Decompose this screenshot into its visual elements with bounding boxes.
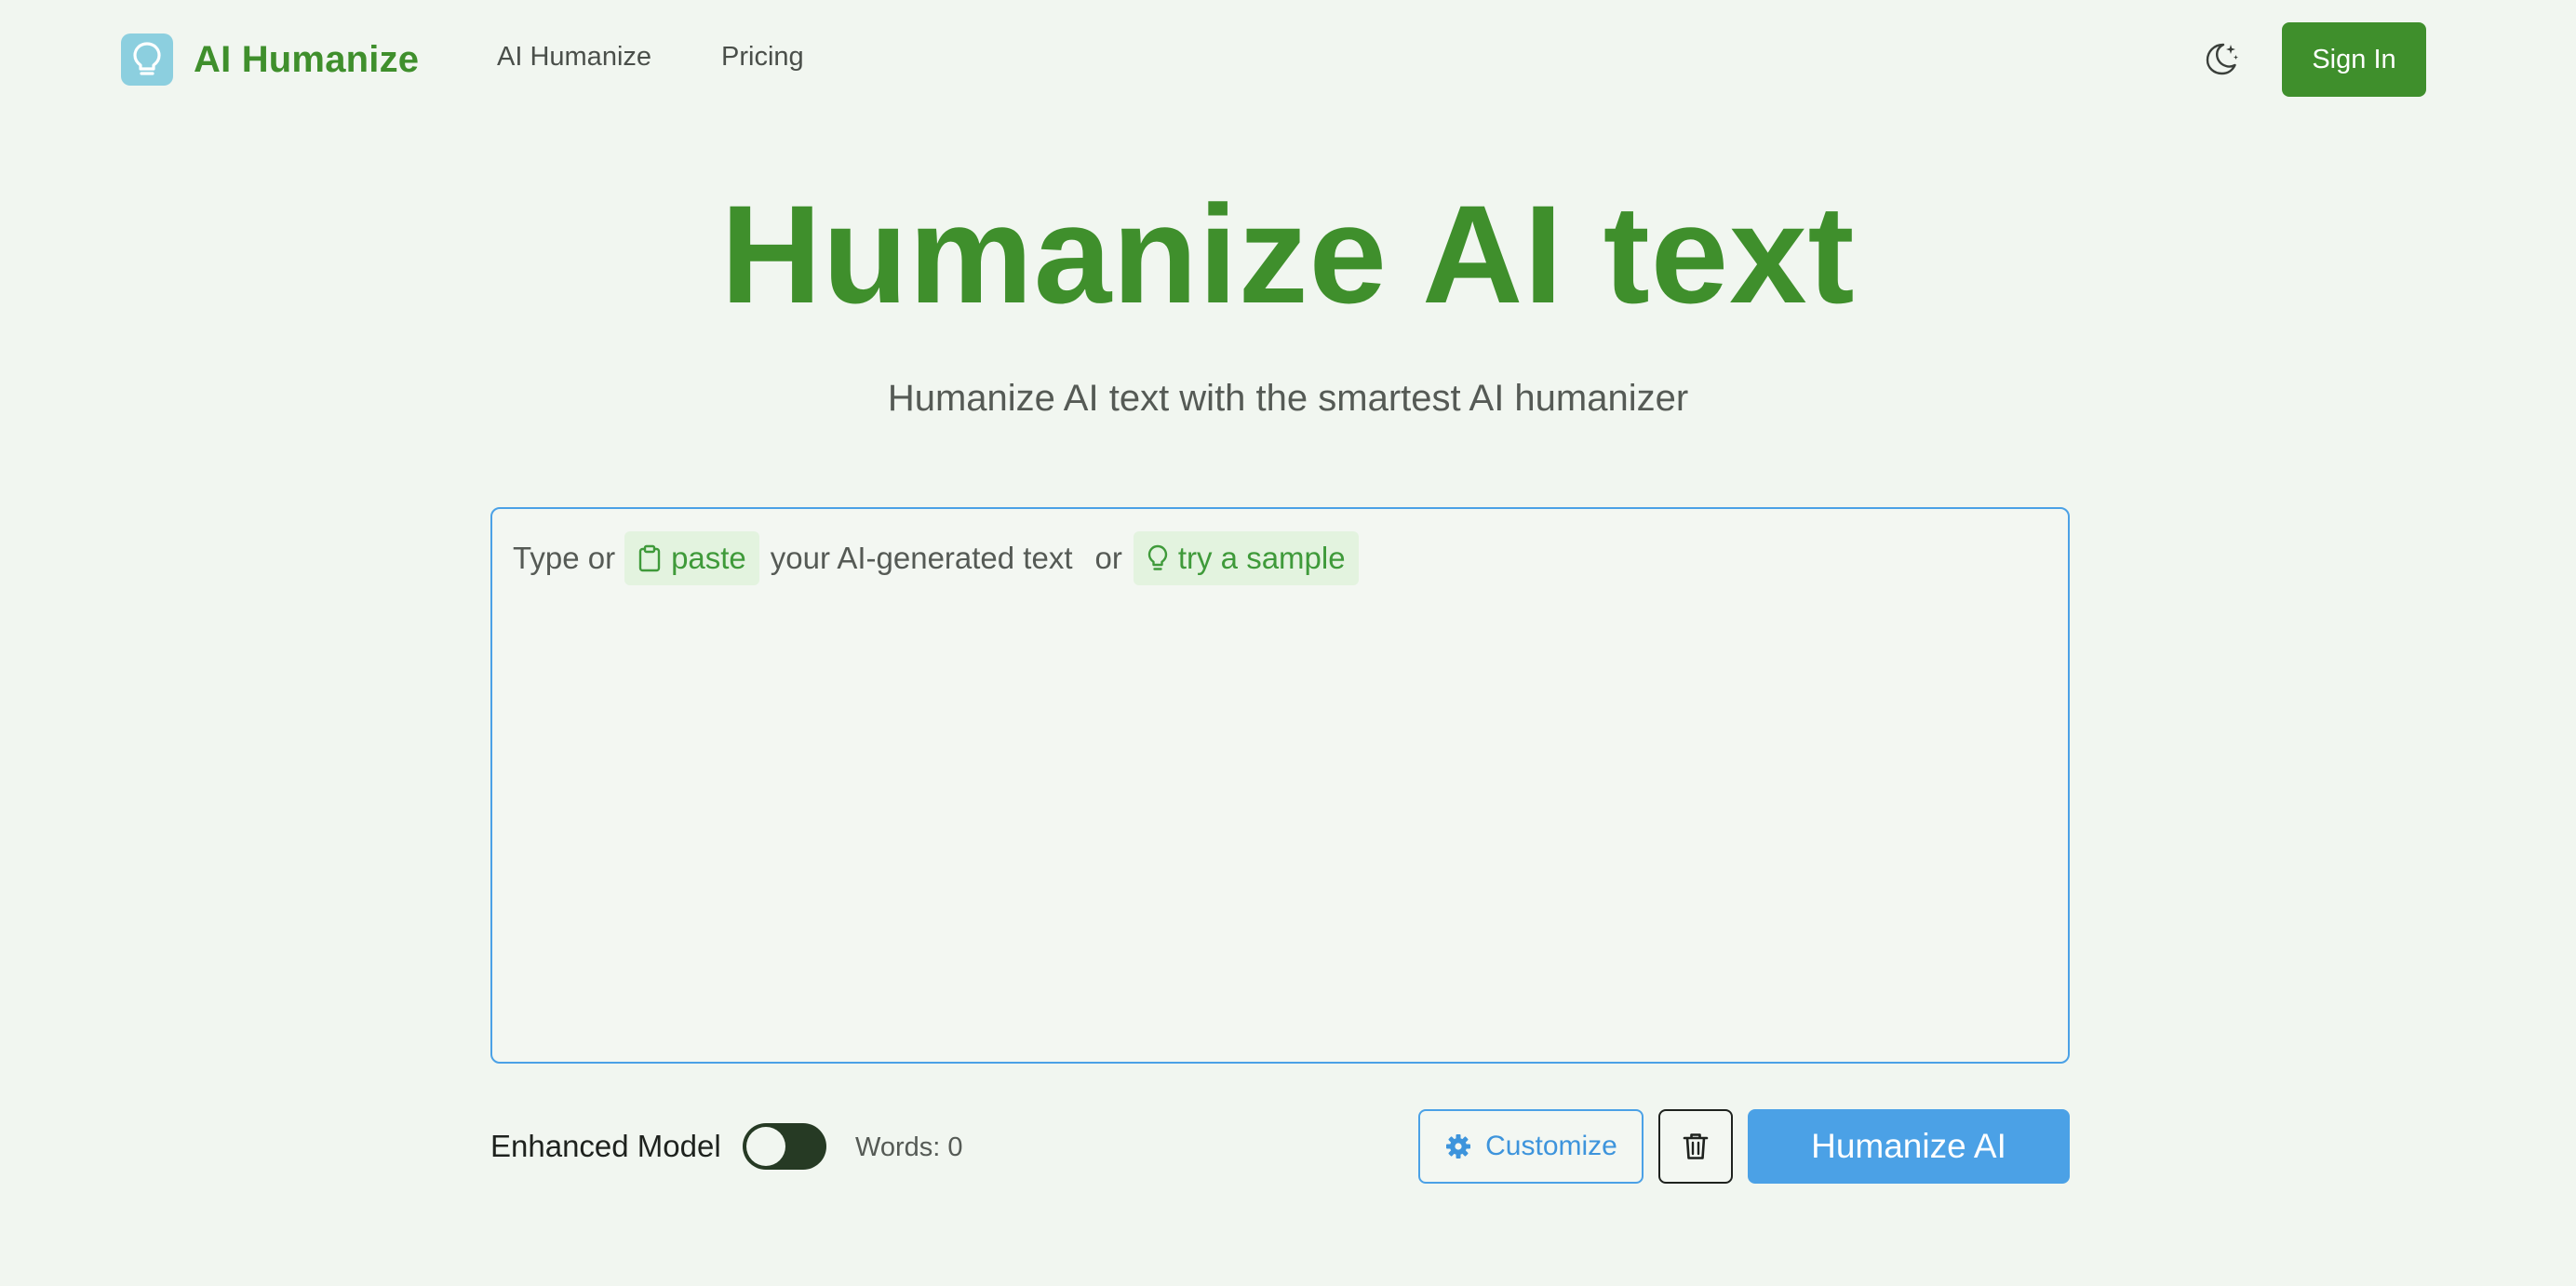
- editor-placeholder: Type or paste your AI-generated text or …: [513, 531, 1359, 585]
- clipboard-icon: [638, 544, 661, 572]
- clear-text-button[interactable]: [1658, 1109, 1733, 1184]
- enhanced-model-label: Enhanced Model: [490, 1129, 721, 1163]
- customize-label: Customize: [1485, 1131, 1617, 1161]
- try-sample-label: try a sample: [1177, 541, 1346, 575]
- humanize-ai-button[interactable]: Humanize AI: [1748, 1109, 2070, 1184]
- nav-link-pricing[interactable]: Pricing: [721, 42, 804, 73]
- theme-toggle-button[interactable]: [2198, 35, 2245, 82]
- toggle-knob: [746, 1127, 785, 1166]
- page-subtitle: Humanize AI text with the smartest AI hu…: [887, 378, 1689, 419]
- paste-button[interactable]: paste: [624, 531, 759, 585]
- try-sample-button[interactable]: try a sample: [1133, 531, 1359, 585]
- word-count-label: Words:: [855, 1132, 941, 1162]
- enhanced-model-toggle[interactable]: [743, 1123, 826, 1170]
- lightbulb-icon: [1147, 544, 1168, 570]
- page-title: Humanize AI text: [720, 176, 1856, 332]
- paste-label: paste: [671, 541, 746, 575]
- sign-in-button[interactable]: Sign In: [2282, 22, 2426, 97]
- trash-icon: [1683, 1133, 1709, 1159]
- moon-stars-icon: [2206, 43, 2238, 75]
- customize-button[interactable]: Customize: [1418, 1109, 1644, 1184]
- brand-logo[interactable]: AI Humanize: [121, 33, 419, 86]
- prompt-text-start: Type or: [513, 541, 616, 575]
- brand-name: AI Humanize: [194, 38, 420, 80]
- text-input-area[interactable]: Type or paste your AI-generated text or …: [490, 507, 2070, 1064]
- prompt-text-or: or: [1094, 541, 1122, 575]
- gear-icon: [1446, 1134, 1471, 1159]
- prompt-text-middle: your AI-generated text: [770, 541, 1073, 575]
- word-count: Words: 0: [855, 1130, 963, 1165]
- top-navigation: AI Humanize AI Humanize Pricing Sign In: [0, 0, 2576, 119]
- word-count-value: 0: [947, 1132, 963, 1162]
- lightbulb-icon: [121, 33, 173, 86]
- nav-link-ai-humanize[interactable]: AI Humanize: [497, 42, 651, 73]
